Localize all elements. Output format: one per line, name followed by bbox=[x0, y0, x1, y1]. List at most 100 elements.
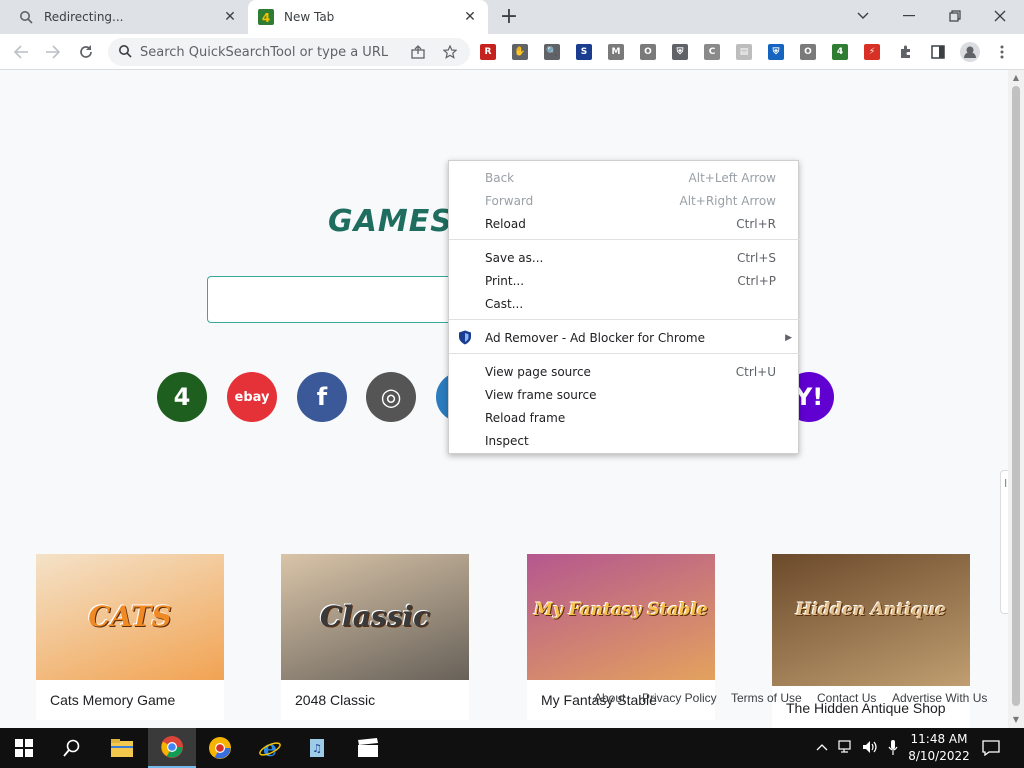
network-icon[interactable] bbox=[838, 740, 854, 758]
scrollbar-thumb[interactable] bbox=[1012, 86, 1020, 706]
menu-item-back[interactable]: Back Alt+Left Arrow bbox=[449, 166, 800, 189]
menu-item-view-frame-source[interactable]: View frame source bbox=[449, 383, 800, 406]
tray-chevron-up-icon[interactable] bbox=[816, 740, 828, 755]
clock-time: 11:48 AM bbox=[910, 732, 968, 746]
media-player-icon[interactable]: ♫ bbox=[294, 728, 342, 768]
tab-title: New Tab bbox=[284, 10, 335, 24]
file-explorer-icon[interactable] bbox=[98, 728, 146, 768]
bolt-extension-icon[interactable]: ⚡ bbox=[864, 44, 880, 60]
search-icon bbox=[18, 9, 34, 25]
side-panel-icon[interactable] bbox=[926, 40, 950, 64]
tab-redirecting[interactable]: Redirecting... ✕ bbox=[8, 0, 248, 34]
omnibox-input[interactable] bbox=[140, 44, 400, 60]
game-title[interactable]: 2048 Classic bbox=[295, 692, 375, 708]
red-r-extension-icon[interactable]: R bbox=[480, 44, 496, 60]
submenu-arrow-icon: ▶ bbox=[785, 332, 792, 343]
taskbar-clock[interactable]: 11:48 AM 8/10/2022 bbox=[906, 731, 972, 765]
browser-toolbar: R✋🔍SMO⛨C▤⛨O4⚡ bbox=[0, 34, 1024, 70]
omnibox[interactable] bbox=[108, 38, 470, 66]
game-thumbnail[interactable]: My Fantasy Stable bbox=[527, 554, 715, 680]
svg-text:e: e bbox=[263, 736, 277, 760]
m-extension-icon[interactable]: M bbox=[608, 44, 624, 60]
shortcut-games4[interactable]: 4 bbox=[157, 372, 207, 422]
vertical-scrollbar[interactable]: ▲ ▼ bbox=[1008, 70, 1024, 728]
game-thumbnail[interactable]: Classic bbox=[281, 554, 469, 680]
footer-link-contact[interactable]: Contact Us bbox=[817, 691, 876, 705]
game-card[interactable]: CATS Cats Memory Game bbox=[36, 554, 224, 720]
windows-taskbar: e ♫ 11:48 AM 8/10/2022 bbox=[0, 728, 1024, 768]
notification-icon[interactable] bbox=[982, 740, 1000, 760]
back-button[interactable] bbox=[9, 40, 33, 64]
menu-item-forward[interactable]: Forward Alt+Right Arrow bbox=[449, 189, 800, 212]
menu-item-cast[interactable]: Cast... bbox=[449, 292, 800, 315]
bookmark-star-icon[interactable] bbox=[440, 42, 460, 62]
search-icon bbox=[118, 44, 132, 61]
o-extension-icon[interactable]: O bbox=[640, 44, 656, 60]
footer-link-advertise[interactable]: Advertise With Us bbox=[892, 691, 987, 705]
menu-item-view-page-source[interactable]: View page source Ctrl+U bbox=[449, 360, 800, 383]
restore-button[interactable] bbox=[935, 4, 975, 28]
hand-extension-icon[interactable]: ✋ bbox=[512, 44, 528, 60]
scroll-up-arrow-icon[interactable]: ▲ bbox=[1012, 73, 1020, 83]
kebab-menu-icon[interactable] bbox=[990, 40, 1014, 64]
shortcut-instagram[interactable]: ◎ bbox=[366, 372, 416, 422]
tab-new-tab[interactable]: 4 New Tab ✕ bbox=[248, 0, 488, 34]
shortcut-label: 4 bbox=[173, 383, 191, 411]
menu-item-reload-frame[interactable]: Reload frame bbox=[449, 406, 800, 429]
footer-link-about[interactable]: About bbox=[594, 691, 625, 705]
menu-item-print[interactable]: Print... Ctrl+P bbox=[449, 269, 800, 292]
game-thumbnail[interactable]: CATS bbox=[36, 554, 224, 680]
menu-separator bbox=[449, 239, 800, 240]
game-title[interactable]: Cats Memory Game bbox=[50, 692, 175, 708]
menu-item-reload[interactable]: Reload Ctrl+R bbox=[449, 212, 800, 235]
volume-icon[interactable] bbox=[862, 740, 880, 758]
scroll-down-arrow-icon[interactable]: ▼ bbox=[1012, 715, 1020, 725]
c-extension-icon[interactable]: C bbox=[704, 44, 720, 60]
profile-avatar[interactable] bbox=[958, 40, 982, 64]
o2-extension-icon[interactable]: O bbox=[800, 44, 816, 60]
menu-item-save-as[interactable]: Save as... Ctrl+S bbox=[449, 246, 800, 269]
close-window-button[interactable] bbox=[980, 4, 1020, 28]
footer-link-terms[interactable]: Terms of Use bbox=[731, 691, 802, 705]
chrome-taskbar-icon[interactable] bbox=[148, 728, 196, 768]
close-tab-icon[interactable]: ✕ bbox=[222, 9, 238, 25]
minimize-button[interactable] bbox=[889, 4, 929, 28]
close-tab-icon[interactable]: ✕ bbox=[462, 9, 478, 25]
games4-favicon-icon: 4 bbox=[258, 9, 274, 25]
tab-strip: Redirecting... ✕ 4 New Tab ✕ + bbox=[0, 0, 1024, 34]
chrome-alt-taskbar-icon[interactable] bbox=[196, 728, 244, 768]
games-extension-icon[interactable]: 4 bbox=[832, 44, 848, 60]
menu-item-ad-remover[interactable]: Ad Remover - Ad Blocker for Chrome ▶ bbox=[449, 326, 800, 349]
clapperboard-icon[interactable] bbox=[344, 728, 392, 768]
forward-button[interactable] bbox=[41, 40, 65, 64]
shortcut-label: ◎ bbox=[380, 383, 402, 411]
shield-badge-extension-icon[interactable]: ⛨ bbox=[768, 44, 784, 60]
share-icon[interactable] bbox=[408, 42, 428, 62]
menu-item-inspect[interactable]: Inspect bbox=[449, 429, 800, 452]
game-thumbnail[interactable]: Hidden Antique bbox=[772, 554, 970, 686]
tab-search-chevron-icon[interactable] bbox=[843, 4, 883, 28]
taskbar-search-icon[interactable] bbox=[48, 728, 96, 768]
games-logo: GAMES. bbox=[328, 204, 466, 239]
clock-date: 8/10/2022 bbox=[908, 749, 970, 763]
game-card[interactable]: Classic 2048 Classic bbox=[281, 554, 469, 720]
s-extension-icon[interactable]: S bbox=[576, 44, 592, 60]
game-art-text: Classic bbox=[319, 600, 431, 633]
magnifier-extension-icon[interactable]: 🔍 bbox=[544, 44, 560, 60]
reload-button[interactable] bbox=[74, 40, 98, 64]
internet-explorer-icon[interactable]: e bbox=[246, 728, 294, 768]
microphone-icon[interactable] bbox=[888, 740, 898, 760]
svg-text:♫: ♫ bbox=[312, 742, 322, 755]
page-extension-icon[interactable]: ▤ bbox=[736, 44, 752, 60]
new-tab-button[interactable]: + bbox=[498, 6, 520, 29]
menu-separator bbox=[449, 319, 800, 320]
footer-link-privacy[interactable]: Privacy Policy bbox=[642, 691, 717, 705]
start-button[interactable] bbox=[0, 728, 48, 768]
svg-text:4: 4 bbox=[262, 11, 270, 25]
puzzle-icon[interactable] bbox=[894, 40, 918, 64]
shortcut-ebay[interactable]: ebay bbox=[227, 372, 277, 422]
shortcut-facebook[interactable]: f bbox=[297, 372, 347, 422]
shortcut-label: ebay bbox=[234, 389, 270, 405]
shield-extension-icon[interactable]: ⛨ bbox=[672, 44, 688, 60]
context-menu: Back Alt+Left Arrow Forward Alt+Right Ar… bbox=[448, 160, 800, 454]
